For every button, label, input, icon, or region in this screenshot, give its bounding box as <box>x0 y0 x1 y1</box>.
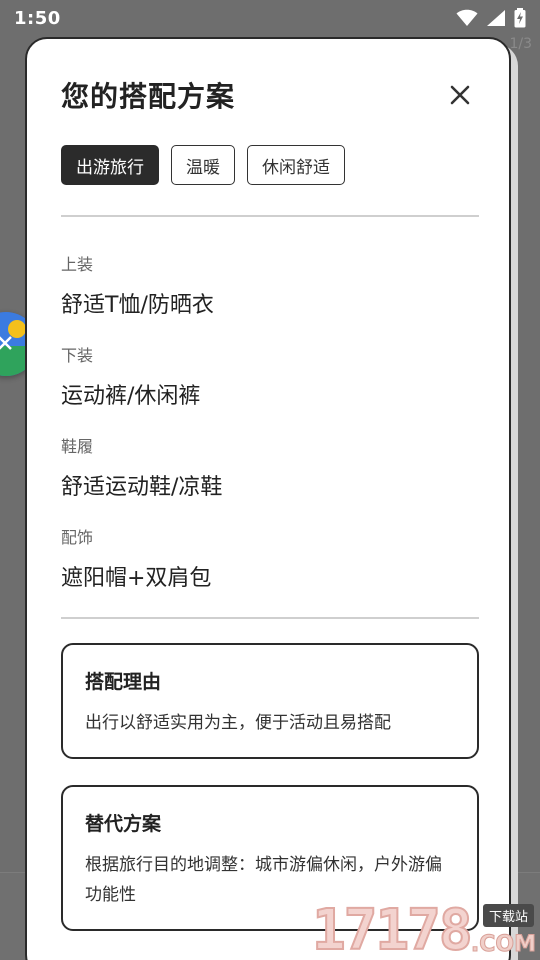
item-label: 配饰 <box>61 528 94 547</box>
outfit-item-shoes: 鞋履 舒适运动鞋/凉鞋 <box>61 433 479 501</box>
tag-travel[interactable]: 出游旅行 <box>61 145 159 185</box>
item-value: 舒适运动鞋/凉鞋 <box>61 475 223 500</box>
watermark-number: 17178 <box>311 897 474 960</box>
wifi-icon <box>456 9 478 26</box>
tag-warm[interactable]: 温暖 <box>171 145 235 185</box>
watermark-tag: 下载站 <box>482 904 534 927</box>
dialog-header: 您的搭配方案 <box>61 75 475 115</box>
item-label: 鞋履 <box>61 437 94 456</box>
item-value: 运动裤/休闲裤 <box>61 384 201 409</box>
close-icon <box>450 85 470 105</box>
outfit-item-top: 上装 舒适T恤/防晒衣 <box>61 251 479 319</box>
card-body: 出行以舒适实用为主，便于活动且易搭配 <box>85 713 391 733</box>
site-watermark: 17178 下载站 .COM <box>311 896 536 960</box>
item-value: 遮阳帽+双肩包 <box>61 566 212 591</box>
background-page-counter: 1/3 <box>509 36 532 52</box>
item-value: 舒适T恤/防晒衣 <box>61 293 214 318</box>
card-title: 搭配理由 <box>85 671 162 693</box>
item-label: 下装 <box>61 346 94 365</box>
signal-icon <box>487 10 505 26</box>
outfit-item-accessories: 配饰 遮阳帽+双肩包 <box>61 524 479 592</box>
status-time: 1:50 <box>14 7 61 29</box>
status-icons <box>456 8 526 28</box>
outfit-plan-dialog: 您的搭配方案 出游旅行 温暖 休闲舒适 上装 舒适T恤/防晒衣 下装 运动裤/休… <box>25 37 511 960</box>
close-button[interactable] <box>445 80 475 110</box>
reason-card: 搭配理由 出行以舒适实用为主，便于活动且易搭配 <box>61 643 479 759</box>
battery-charging-icon <box>514 8 526 28</box>
divider <box>61 617 479 619</box>
item-label: 上装 <box>61 255 94 274</box>
tag-casual-comfort[interactable]: 休闲舒适 <box>247 145 345 185</box>
status-bar: 1:50 <box>0 0 540 36</box>
style-tags: 出游旅行 温暖 休闲舒适 <box>61 145 345 185</box>
dialog-title: 您的搭配方案 <box>61 80 236 113</box>
watermark-suffix: .COM <box>470 932 536 958</box>
close-small-icon <box>0 336 12 350</box>
outfit-item-bottom: 下装 运动裤/休闲裤 <box>61 342 479 410</box>
divider <box>61 215 479 217</box>
card-title: 替代方案 <box>85 813 162 835</box>
